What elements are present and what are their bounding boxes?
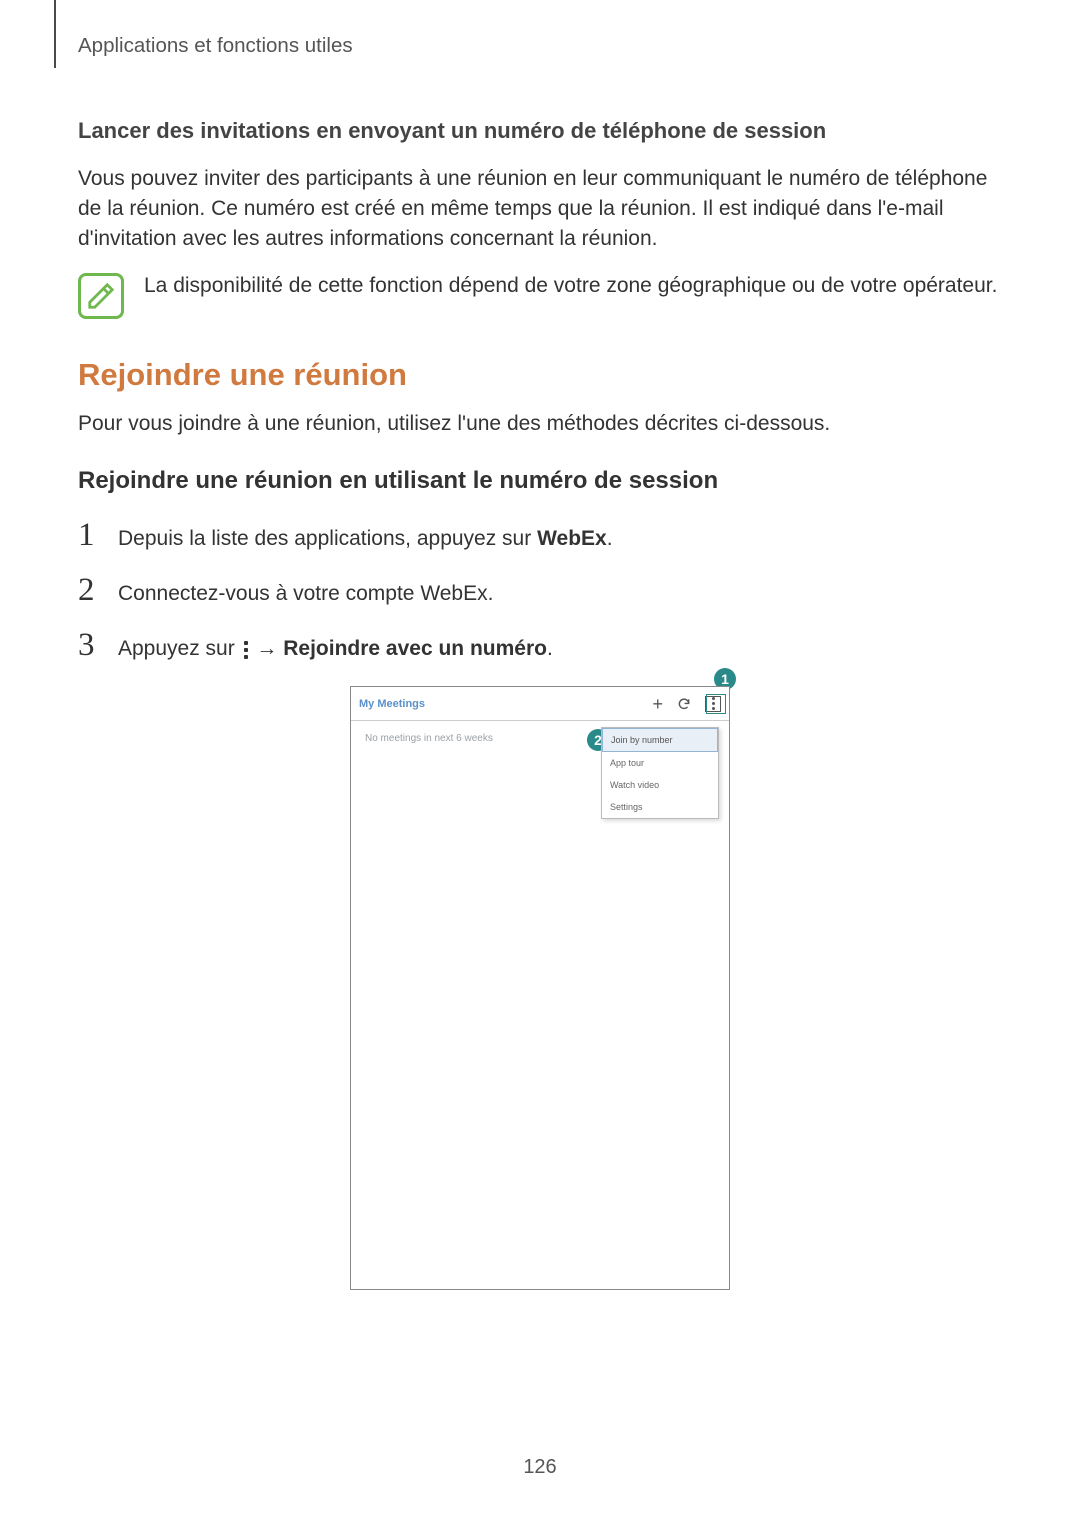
step-text: Depuis la liste des applications, appuye… [118,524,613,554]
subsection-heading-session: Rejoindre une réunion en utilisant le nu… [78,467,1002,495]
section-heading-rejoindre: Rejoindre une réunion [78,357,1002,393]
step3-post: . [547,637,553,660]
step1-bold: WebEx [537,527,607,550]
more-options-icon [243,641,249,659]
note-block: La disponibilité de cette fonction dépen… [78,271,1002,319]
page-number: 126 [0,1456,1080,1479]
para-rejoindre-intro: Pour vous joindre à une réunion, utilise… [78,409,1002,439]
para-invitations: Vous pouvez inviter des participants à u… [78,164,1002,253]
step-1: 1 Depuis la liste des applications, appu… [78,517,1002,554]
step1-post: . [607,527,613,550]
dropdown-menu: Join by number App tour Watch video Sett… [601,727,719,819]
step-3: 3 Appuyez sur → Rejoindre avec un numéro… [78,627,1002,664]
running-header: Applications et fonctions utiles [78,34,1002,58]
plus-icon[interactable]: + [652,695,663,713]
step-number: 2 [78,572,98,609]
section-heading-invitations: Lancer des invitations en envoyant un nu… [78,118,1002,144]
phone-titlebar: My Meetings + [351,687,729,721]
step3-arrow: → [251,637,284,660]
refresh-icon[interactable] [677,697,691,711]
step3-bold: Rejoindre avec un numéro [283,637,547,660]
step1-pre: Depuis la liste des applications, appuye… [118,527,537,550]
step-number: 1 [78,517,98,554]
menu-watch-video[interactable]: Watch video [602,774,718,796]
phone-title: My Meetings [359,698,425,710]
note-icon [78,273,124,319]
step3-pre: Appuyez sur [118,637,241,660]
step-2: 2 Connectez-vous à votre compte WebEx. [78,572,1002,609]
menu-join-by-number[interactable]: Join by number [602,728,718,752]
note-text: La disponibilité de cette fonction dépen… [144,271,997,301]
step-number: 3 [78,627,98,664]
step-text: Appuyez sur → Rejoindre avec un numéro. [118,634,553,664]
callout-box-1 [706,694,726,714]
figure-phone: 1 My Meetings + No meetings in next 6 we… [350,686,730,1290]
menu-settings[interactable]: Settings [602,796,718,818]
step-text: Connectez-vous à votre compte WebEx. [118,579,493,609]
header-rule [54,0,56,68]
menu-app-tour[interactable]: App tour [602,752,718,774]
phone-frame: My Meetings + No meetings in next 6 week… [350,686,730,1290]
